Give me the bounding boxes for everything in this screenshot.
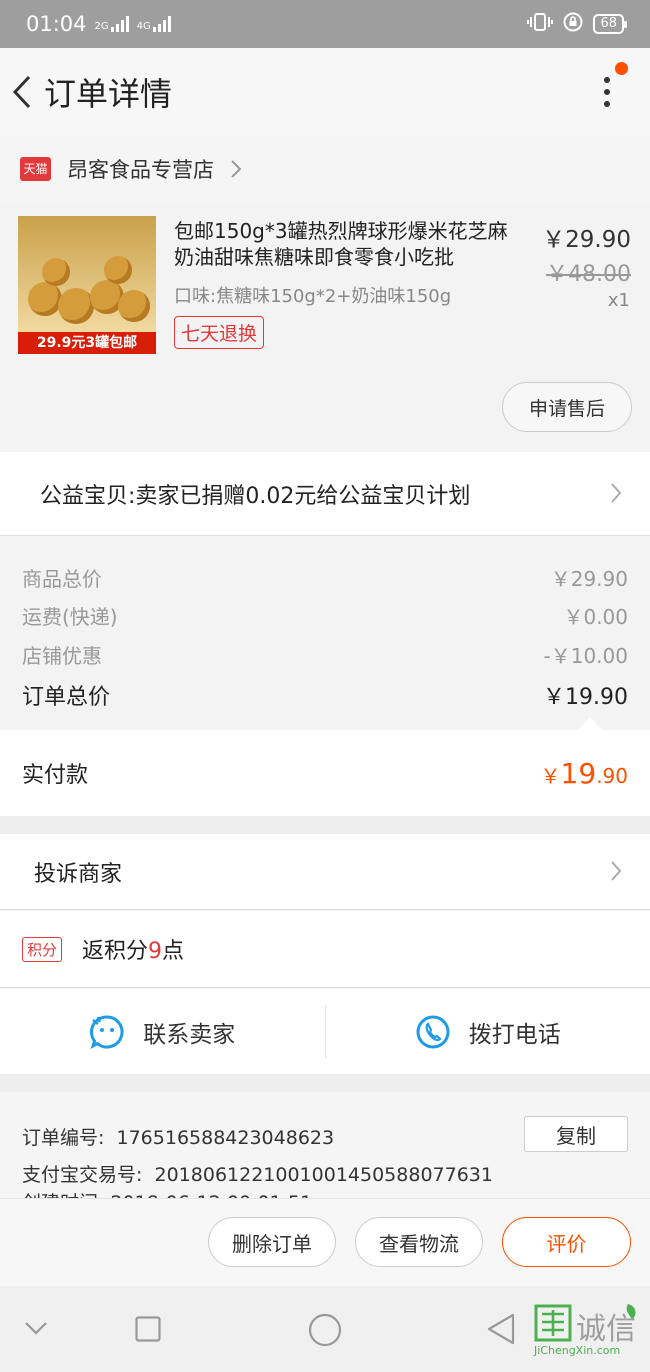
review-button[interactable]: 评价 — [502, 1217, 631, 1267]
call-phone-label: 拨打电话 — [468, 1021, 561, 1048]
system-nav-bar: 诚信 JiChengXin.com — [0, 1286, 650, 1372]
status-bar: 01:04 2G 4G 68 — [0, 0, 650, 48]
paid-int: 19 — [560, 756, 597, 790]
watermark-logo: 诚信 JiChengXin.com — [532, 1300, 642, 1360]
thumbnail-banner: 29.9元3罐包邮 — [18, 332, 156, 354]
total-label: 订单总价 — [22, 685, 111, 710]
points-text: 返积分9点 — [82, 933, 184, 965]
back-button[interactable] — [0, 48, 44, 136]
points-row: 积分 返积分9点 — [0, 911, 650, 988]
tmall-badge: 天猫 — [20, 157, 51, 181]
points-prefix: 返积分 — [82, 939, 149, 964]
complain-seller-row[interactable]: 投诉商家 — [0, 834, 650, 910]
summary-row-total: 订单总价 ￥19.90 — [22, 679, 628, 711]
product-spec: 口味:焦糖味150g*2+奶油味150g — [174, 286, 452, 307]
order-info: 订单编号: 176516588423048623 复制 支付宝交易号: 2018… — [0, 1092, 650, 1198]
alipay-number-line: 支付宝交易号: 2018061221001001450588077631 — [22, 1160, 493, 1187]
original-price: ￥48.00 — [546, 262, 631, 287]
paid-label: 实付款 — [22, 763, 89, 788]
paid-amount: ￥19.90 — [541, 757, 628, 790]
product-price: ￥29.90 — [542, 227, 631, 253]
watermark-text: 诚信 — [576, 1312, 636, 1347]
call-phone-button[interactable]: 拨打电话 — [326, 989, 650, 1074]
paid-dec: .90 — [596, 763, 628, 788]
shop-row[interactable]: 天猫 昂客食品专营店 — [0, 136, 650, 202]
chevron-right-icon — [231, 160, 242, 178]
caret-pointer — [578, 717, 602, 730]
battery-icon: 68 — [593, 14, 627, 34]
summary-row-goods: 商品总价 ￥29.90 — [22, 563, 628, 592]
charity-text: 公益宝贝:卖家已捐赠0.02元给公益宝贝计划 — [40, 483, 471, 509]
chevron-left-icon — [12, 75, 31, 109]
points-suffix: 点 — [162, 939, 185, 964]
contact-seller-label: 联系卖家 — [143, 1021, 236, 1048]
summary-label: 店铺优惠 — [22, 644, 102, 668]
order-number-value: 176516588423048623 — [116, 1127, 335, 1149]
order-number-line: 订单编号: 176516588423048623 — [22, 1123, 334, 1150]
more-menu-button[interactable] — [592, 70, 622, 114]
status-time: 01:04 — [26, 12, 87, 36]
vibrate-icon — [527, 12, 554, 37]
action-bar: 删除订单 查看物流 评价 — [0, 1198, 650, 1286]
contact-bar: 联系卖家 拨打电话 — [0, 989, 650, 1074]
delete-order-button[interactable]: 删除订单 — [208, 1217, 336, 1267]
phone-icon — [416, 1015, 450, 1048]
summary-label: 商品总价 — [22, 567, 102, 591]
after-sale-button[interactable]: 申请售后 — [502, 382, 632, 432]
chevron-right-icon — [611, 861, 622, 881]
notification-dot — [615, 62, 628, 75]
watermark-site: JiChengXin.com — [534, 1344, 621, 1357]
section-divider — [0, 1074, 650, 1092]
total-value: ￥19.90 — [543, 685, 628, 710]
summary-value: ￥0.00 — [563, 605, 628, 629]
app-header: 订单详情 — [0, 48, 650, 136]
paid-row: 实付款 ￥19.90 — [0, 730, 650, 816]
alipay-value: 2018061221001001450588077631 — [154, 1164, 493, 1186]
signal-2g-icon: 2G — [95, 16, 129, 32]
summary-label: 运费(快递) — [22, 605, 118, 629]
product-title: 包邮150g*3罐热烈牌球形爆米花芝麻奶油甜味焦糖味即食零食小吃批 — [174, 219, 508, 269]
summary-row-discount: 店铺优惠 -￥10.00 — [22, 640, 628, 669]
paid-currency: ￥ — [540, 763, 561, 788]
charity-row[interactable]: 公益宝贝:卖家已捐赠0.02元给公益宝贝计划 — [0, 452, 650, 536]
lock-icon — [563, 12, 583, 37]
recent-apps-icon[interactable] — [135, 1316, 161, 1342]
copy-button[interactable]: 复制 — [524, 1116, 628, 1152]
price-summary: 商品总价 ￥29.90 运费(快递) ￥0.00 店铺优惠 -￥10.00 订单… — [0, 537, 650, 730]
page-title: 订单详情 — [44, 75, 173, 113]
alipay-label: 支付宝交易号: — [22, 1164, 143, 1186]
summary-value: -￥10.00 — [543, 644, 628, 668]
product-thumbnail[interactable]: 29.9元3罐包邮 — [18, 216, 156, 354]
order-number-label: 订单编号: — [22, 1127, 105, 1149]
back-triangle-icon[interactable] — [486, 1313, 516, 1345]
network-type-2: 4G — [136, 21, 151, 32]
points-number: 9 — [148, 939, 163, 964]
signal-4g-icon: 4G — [137, 16, 171, 32]
chat-face-icon — [90, 1014, 124, 1049]
section-divider — [0, 816, 650, 834]
summary-value: ￥29.90 — [550, 567, 628, 591]
product-item[interactable]: 29.9元3罐包邮 包邮150g*3罐热烈牌球形爆米花芝麻奶油甜味焦糖味即食零食… — [0, 202, 650, 452]
chevron-right-icon — [611, 483, 622, 503]
complain-label: 投诉商家 — [34, 861, 123, 887]
view-logistics-button[interactable]: 查看物流 — [355, 1217, 483, 1267]
created-time-line: 创建时间: 2018-06-12 00:01:51 — [22, 1188, 312, 1198]
points-badge: 积分 — [22, 936, 63, 962]
home-icon[interactable] — [308, 1313, 342, 1347]
shop-name: 昂客食品专营店 — [67, 158, 214, 182]
product-quantity: x1 — [607, 290, 630, 311]
contact-seller-button[interactable]: 联系卖家 — [0, 989, 325, 1074]
chevron-down-icon[interactable] — [24, 1320, 48, 1336]
return-policy-tag: 七天退换 — [174, 316, 265, 349]
summary-row-shipping: 运费(快递) ￥0.00 — [22, 601, 628, 630]
network-type-1: 2G — [94, 21, 109, 32]
